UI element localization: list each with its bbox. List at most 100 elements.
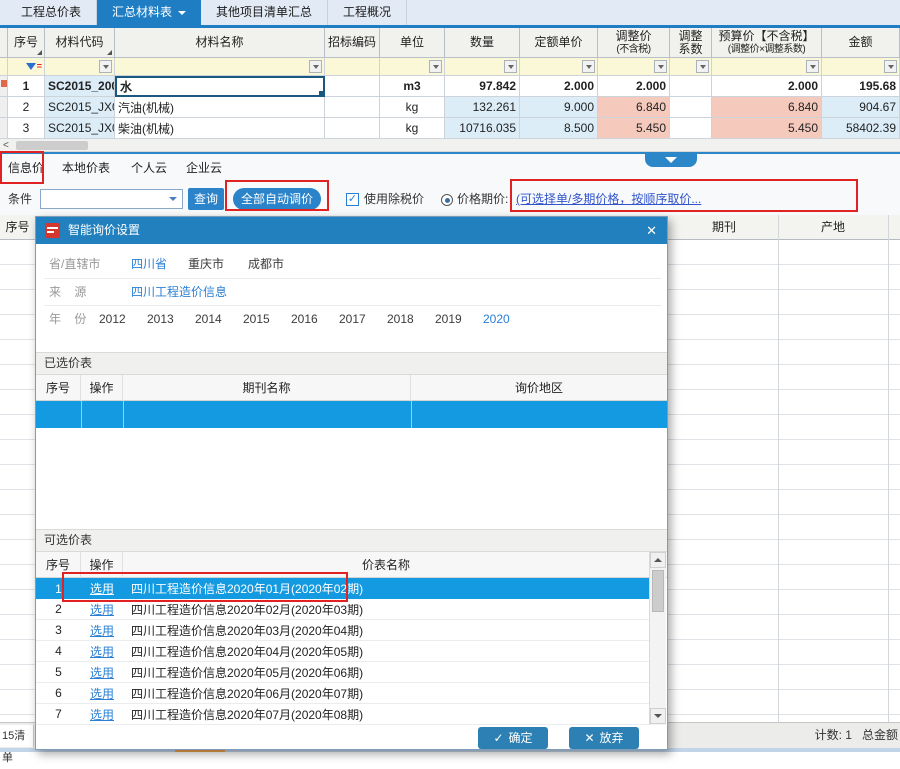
col-header-adjust-coef[interactable]: 调整系数 <box>670 28 712 58</box>
year-option[interactable]: 2015 <box>243 305 270 333</box>
year-option[interactable]: 2016 <box>291 305 318 333</box>
filter-cell-bid-code[interactable] <box>325 58 380 76</box>
filter-cell-no[interactable]: = <box>8 58 45 76</box>
use-tax-free-label[interactable]: 使用除税价 <box>364 183 424 215</box>
col-header-code[interactable]: 材料代码 <box>45 28 115 58</box>
list-item[interactable]: 6 选用 四川工程造价信息2020年06月(2020年07期) <box>36 683 649 704</box>
select-use-link[interactable]: 选用 <box>90 624 114 638</box>
filter-dropdown-button[interactable] <box>429 60 442 73</box>
cell-adj-price[interactable]: 5.450 <box>598 118 670 139</box>
list-item[interactable]: 3 选用 四川工程造价信息2020年03月(2020年04期) <box>36 620 649 641</box>
vertical-scrollbar[interactable] <box>649 552 666 725</box>
select-use-link[interactable]: 选用 <box>90 645 114 659</box>
filter-cell-code[interactable] <box>45 58 115 76</box>
filter-cell-coef[interactable] <box>670 58 712 76</box>
tab-project-overview[interactable]: 工程概况 <box>328 0 407 25</box>
filter-cell-name[interactable] <box>115 58 325 76</box>
cell-amount[interactable]: 904.67 <box>822 97 900 118</box>
cell-no[interactable]: 1 <box>8 76 45 97</box>
col-header-qty[interactable]: 数量 <box>445 28 520 58</box>
filter-dropdown-button[interactable] <box>696 60 709 73</box>
use-tax-free-checkbox[interactable]: ✓ <box>346 193 359 206</box>
filter-dropdown-button[interactable] <box>309 60 322 73</box>
cell-qty[interactable]: 10716.035 <box>445 118 520 139</box>
filter-cell-quota[interactable] <box>520 58 598 76</box>
filter-dropdown-button[interactable] <box>99 60 112 73</box>
source-option[interactable]: 四川工程造价信息 <box>131 279 227 305</box>
table-row[interactable]: 2 SC2015_JX00 汽油(机械) kg 132.261 9.000 6.… <box>0 97 900 118</box>
cell-qty[interactable]: 132.261 <box>445 97 520 118</box>
col-header-unit[interactable]: 单位 <box>380 28 445 58</box>
cell-name[interactable]: 柴油(机械) <box>115 118 325 139</box>
tab-summary-materials[interactable]: 汇总材料表 <box>97 0 201 25</box>
cell-adj-coef[interactable] <box>670 76 712 97</box>
cell-qty[interactable]: 97.842 <box>445 76 520 97</box>
filter-cell-amount[interactable] <box>822 58 900 76</box>
col-header-adjusted-price[interactable]: 调整价(不含税) <box>598 28 670 58</box>
cell-name-selected[interactable]: 水 <box>115 76 325 97</box>
cell-adj-price[interactable]: 6.840 <box>598 97 670 118</box>
cell-adj-coef[interactable] <box>670 118 712 139</box>
year-option[interactable]: 2017 <box>339 305 366 333</box>
cell-budget-price[interactable]: 5.450 <box>712 118 822 139</box>
cell-quota-price[interactable]: 9.000 <box>520 97 598 118</box>
province-option-chongqing[interactable]: 重庆市 <box>188 251 224 277</box>
year-option[interactable]: 2012 <box>99 305 126 333</box>
tab-other-items-summary[interactable]: 其他项目清单汇总 <box>201 0 328 25</box>
col-header-name[interactable]: 材料名称 <box>115 28 325 58</box>
dialog-title-bar[interactable]: 智能询价设置 ✕ <box>36 217 667 244</box>
price-period-radio[interactable] <box>441 194 453 206</box>
filter-dropdown-button[interactable] <box>654 60 667 73</box>
cell-bid-code[interactable] <box>325 118 380 139</box>
filter-dropdown-button[interactable] <box>884 60 897 73</box>
col-header-amount[interactable]: 金额 <box>822 28 900 58</box>
panel-splitter[interactable] <box>0 152 900 154</box>
province-option-sichuan[interactable]: 四川省 <box>131 251 167 277</box>
year-option[interactable]: 2018 <box>387 305 414 333</box>
cell-code[interactable]: SC2015_JX00 <box>45 97 115 118</box>
scroll-down-button[interactable] <box>650 708 666 724</box>
cancel-button[interactable]: ✕放弃 <box>569 727 639 749</box>
scrollbar-thumb[interactable] <box>652 570 664 612</box>
year-option[interactable]: 2014 <box>195 305 222 333</box>
cell-code[interactable]: SC2015_200 <box>45 76 115 97</box>
year-option[interactable]: 2013 <box>147 305 174 333</box>
table-row[interactable]: 3 SC2015_JX00 柴油(机械) kg 10716.035 8.500 … <box>0 118 900 139</box>
cell-bid-code[interactable] <box>325 97 380 118</box>
cell-adj-coef[interactable] <box>670 97 712 118</box>
tab-enterprise-cloud[interactable]: 企业云 <box>186 154 222 183</box>
col-header-no[interactable]: 序号 <box>8 28 45 58</box>
list-item[interactable]: 5 选用 四川工程造价信息2020年05月(2020年06期) <box>36 662 649 683</box>
cell-unit[interactable]: kg <box>380 97 445 118</box>
scroll-up-button[interactable] <box>650 552 666 568</box>
select-use-link[interactable]: 选用 <box>90 603 114 617</box>
province-option-chengdu[interactable]: 成都市 <box>248 251 284 277</box>
filter-dropdown-button[interactable] <box>582 60 595 73</box>
filter-cell-adj[interactable] <box>598 58 670 76</box>
cell-adj-price[interactable]: 2.000 <box>598 76 670 97</box>
cell-bid-code[interactable] <box>325 76 380 97</box>
list-item[interactable]: 7 选用 四川工程造价信息2020年07月(2020年08期) <box>36 704 649 725</box>
list-item[interactable]: 4 选用 四川工程造价信息2020年04月(2020年05期) <box>36 641 649 662</box>
tab-project-total-price[interactable]: 工程总价表 <box>6 0 97 25</box>
collapse-panel-button[interactable] <box>645 153 697 167</box>
select-use-link[interactable]: 选用 <box>90 708 114 722</box>
query-button[interactable]: 查询 <box>188 188 224 210</box>
cell-no[interactable]: 2 <box>8 97 45 118</box>
filter-dropdown-button[interactable] <box>806 60 819 73</box>
select-use-link[interactable]: 选用 <box>90 666 114 680</box>
cell-amount[interactable]: 195.68 <box>822 76 900 97</box>
condition-select[interactable] <box>40 189 183 209</box>
cell-quota-price[interactable]: 2.000 <box>520 76 598 97</box>
cell-unit[interactable]: kg <box>380 118 445 139</box>
list-item[interactable]: 2 选用 四川工程造价信息2020年02月(2020年03期) <box>36 599 649 620</box>
filter-cell-unit[interactable] <box>380 58 445 76</box>
cell-no[interactable]: 3 <box>8 118 45 139</box>
filter-cell-qty[interactable] <box>445 58 520 76</box>
col-header-budget-price[interactable]: 预算价【不含税】(调整价×调整系数) <box>712 28 822 58</box>
scrollbar-thumb[interactable] <box>16 141 88 150</box>
price-period-label[interactable]: 价格期价: <box>457 183 508 215</box>
filter-dropdown-button[interactable] <box>504 60 517 73</box>
cell-budget-price[interactable]: 2.000 <box>712 76 822 97</box>
cell-quota-price[interactable]: 8.500 <box>520 118 598 139</box>
